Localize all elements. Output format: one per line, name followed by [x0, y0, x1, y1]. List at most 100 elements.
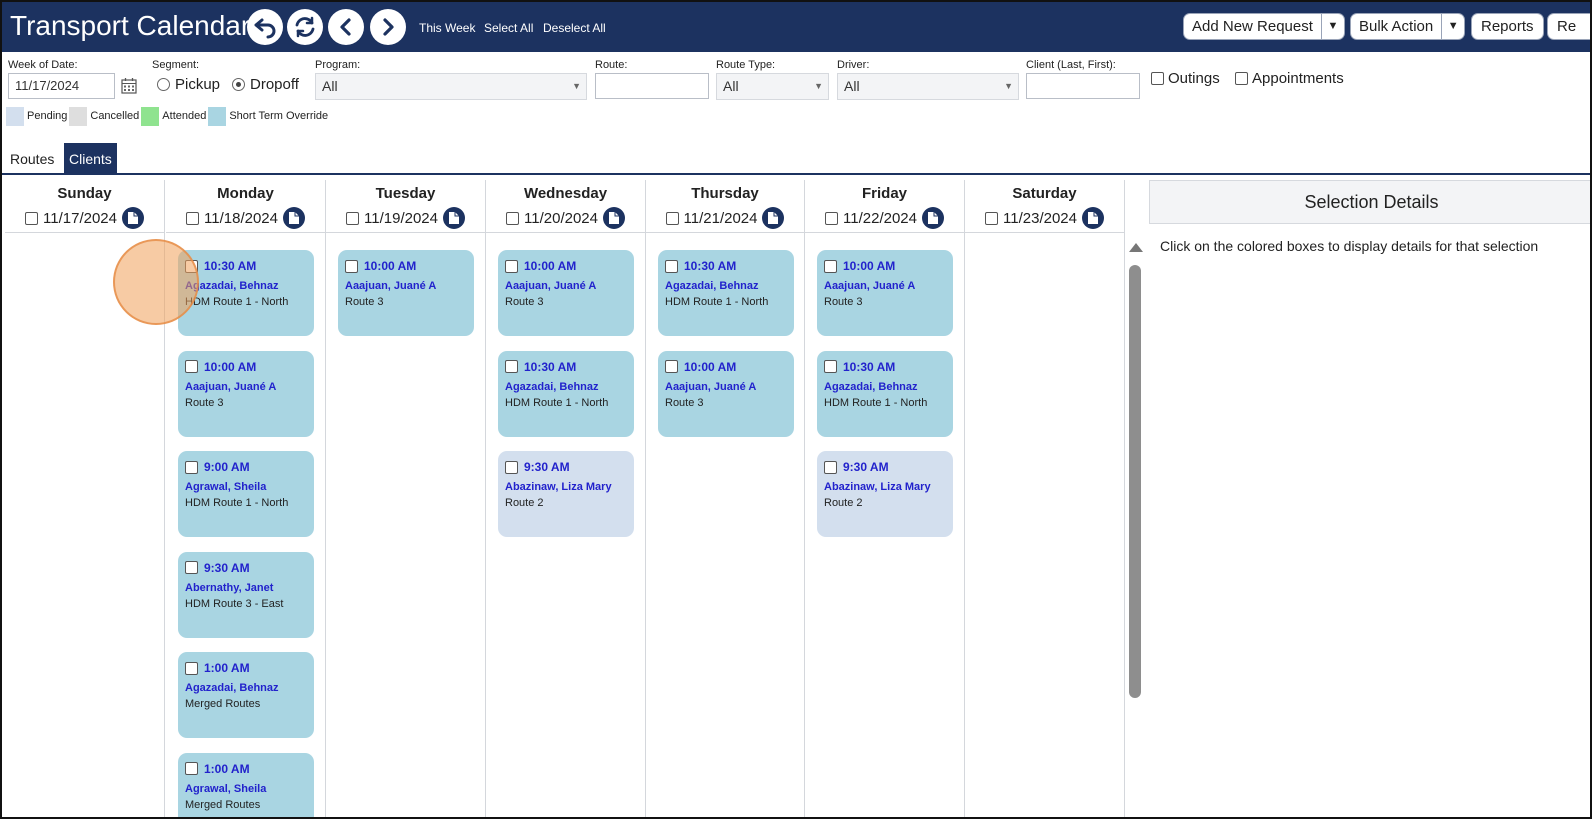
day-select-checkbox[interactable] — [985, 211, 999, 225]
program-select[interactable]: All ▼ — [315, 73, 587, 100]
appointments-checkbox[interactable] — [1235, 72, 1248, 85]
appointment-card[interactable]: 10:30 AM Agazadai, Behnaz HDM Route 1 - No… — [178, 250, 314, 336]
appointment-checkbox[interactable] — [824, 259, 837, 273]
driver-select[interactable]: All ▼ — [837, 73, 1019, 100]
appointment-card[interactable]: 10:30 AM Agazadai, Behnaz HDM Route 1 - No… — [498, 350, 634, 437]
appointment-checkbox[interactable] — [185, 762, 198, 775]
appointment-card[interactable]: 1:00 AM Agazadai, Behnaz Merged Routes — [178, 652, 314, 738]
route-input[interactable] — [595, 73, 709, 99]
appointment-card[interactable]: 10:00 AM Aaajuan, Juané A Route 3 — [338, 250, 474, 336]
route-type-select[interactable]: All ▼ — [716, 73, 829, 100]
calendar-icon[interactable] — [121, 77, 137, 99]
day-select-checkbox[interactable] — [186, 211, 200, 225]
document-icon[interactable] — [602, 207, 625, 229]
tab-routes[interactable]: Routes — [5, 143, 59, 174]
appointment-card[interactable]: 10:00 AM Aaajuan, Juané A Route 3 — [817, 250, 953, 336]
appointments-option[interactable]: Appointments — [1235, 70, 1344, 87]
reports-button[interactable]: Reports — [1471, 13, 1544, 40]
add-new-request-dropdown-icon[interactable]: ▼ — [1322, 14, 1344, 39]
add-new-request-button[interactable]: Add New Request ▼ — [1183, 13, 1345, 40]
document-icon[interactable] — [121, 207, 144, 229]
undo-button[interactable] — [247, 9, 283, 45]
appointment-card[interactable]: 9:30 AM Abazinaw, Liza Mary Route 2 — [817, 451, 953, 537]
appointment-card[interactable]: 9:30 AM Abazinaw, Liza Mary Route 2 — [498, 451, 634, 537]
appointment-card[interactable]: 10:00 AM Aaajuan, Juané A Route 3 — [498, 250, 634, 336]
appointment-checkbox[interactable] — [665, 259, 678, 273]
appointment-checkbox[interactable] — [185, 561, 198, 574]
appointment-checkbox[interactable] — [665, 360, 678, 373]
appointment-card[interactable]: 9:30 AM Abernathy, Janet HDM Route 3 - Eas… — [178, 551, 314, 638]
appointment-client[interactable]: Abazinaw, Liza Mary — [824, 481, 947, 493]
appointment-checkbox[interactable] — [185, 661, 198, 675]
appointment-client[interactable]: Agazadai, Behnaz — [824, 381, 947, 393]
appointment-client[interactable]: Aaajuan, Juané A — [824, 280, 947, 292]
appointment-client[interactable]: Aaajuan, Juané A — [505, 280, 628, 292]
appointment-card[interactable]: 10:30 AM Agazadai, Behnaz HDM Route 1 - No… — [817, 350, 953, 437]
day-header: Saturday 11/23/2024 — [965, 180, 1124, 233]
day-select-checkbox[interactable] — [825, 211, 839, 225]
day-date-row: 11/19/2024 — [326, 207, 485, 229]
appointment-client[interactable]: Agazadai, Behnaz — [185, 682, 308, 694]
appointment-checkbox[interactable] — [345, 259, 358, 273]
day-select-checkbox[interactable] — [665, 211, 679, 225]
bulk-action-dropdown-icon[interactable]: ▼ — [1442, 14, 1464, 39]
pickup-radio[interactable] — [157, 78, 170, 91]
outings-option[interactable]: Outings — [1151, 70, 1220, 87]
legend-swatch — [6, 106, 24, 126]
client-label: Client (Last, First): — [1026, 59, 1116, 71]
appointment-client[interactable]: Agazadai, Behnaz — [665, 280, 788, 292]
document-icon[interactable] — [1081, 207, 1104, 229]
appointment-card[interactable]: 10:30 AM Agazadai, Behnaz HDM Route 1 - No… — [658, 250, 794, 336]
appointment-checkbox[interactable] — [185, 259, 198, 273]
appointment-client[interactable]: Agazadai, Behnaz — [185, 280, 308, 292]
appointment-checkbox[interactable] — [185, 360, 198, 373]
appointment-checkbox[interactable] — [505, 460, 518, 474]
appointment-checkbox[interactable] — [505, 360, 518, 373]
document-icon[interactable] — [282, 207, 305, 229]
appointment-card[interactable]: 9:00 AM Agrawal, Sheila HDM Route 1 - Nort… — [178, 451, 314, 537]
appointment-checkbox[interactable] — [505, 259, 518, 273]
document-icon[interactable] — [762, 207, 785, 229]
appointment-checkbox[interactable] — [185, 460, 198, 474]
segment-dropoff-option[interactable]: Dropoff — [232, 76, 299, 93]
appointment-checkbox[interactable] — [824, 460, 837, 474]
day-header: Sunday 11/17/2024 — [5, 180, 164, 233]
week-of-date-input[interactable]: 11/17/2024 — [8, 73, 115, 99]
appointment-card[interactable]: 10:00 AM Aaajuan, Juané A Route 3 — [178, 350, 314, 437]
appointment-client[interactable]: Abernathy, Janet — [185, 582, 308, 594]
appointment-checkbox[interactable] — [824, 360, 837, 373]
next-week-button[interactable] — [370, 9, 406, 45]
appointment-client[interactable]: Aaajuan, Juané A — [345, 280, 468, 292]
refresh-button[interactable] — [287, 9, 323, 45]
day-select-checkbox[interactable] — [346, 211, 360, 225]
appointment-client[interactable]: Abazinaw, Liza Mary — [505, 481, 628, 493]
day-select-checkbox[interactable] — [25, 211, 39, 225]
deselect-all-link[interactable]: Deselect All — [543, 21, 606, 35]
select-all-link[interactable]: Select All — [484, 21, 533, 35]
document-icon[interactable] — [442, 207, 465, 229]
appointment-client[interactable]: Agrawal, Sheila — [185, 783, 308, 795]
day-select-checkbox[interactable] — [506, 211, 520, 225]
appointment-client[interactable]: Agrawal, Sheila — [185, 481, 308, 493]
appointment-card[interactable]: 1:00 AM Agrawal, Sheila Merged Routes — [178, 752, 314, 817]
outings-checkbox[interactable] — [1151, 72, 1164, 85]
client-input[interactable] — [1026, 73, 1140, 99]
this-week-link[interactable]: This Week — [419, 21, 475, 35]
scroll-up-arrow[interactable] — [1129, 243, 1143, 252]
appointment-card[interactable]: 10:00 AM Aaajuan, Juané A Route 3 — [658, 350, 794, 437]
day-date: 11/19/2024 — [364, 209, 438, 227]
document-icon[interactable] — [921, 207, 944, 229]
appointment-client[interactable]: Aaajuan, Juané A — [185, 381, 308, 393]
scrollbar-thumb[interactable] — [1129, 265, 1141, 698]
previous-week-button[interactable] — [328, 9, 364, 45]
bulk-action-label[interactable]: Bulk Action — [1351, 14, 1443, 39]
appointment-client[interactable]: Agazadai, Behnaz — [505, 381, 628, 393]
add-new-request-label[interactable]: Add New Request — [1184, 14, 1322, 39]
legend-label: Attended — [162, 110, 207, 122]
dropoff-radio[interactable] — [232, 78, 245, 91]
segment-pickup-option[interactable]: Pickup — [157, 76, 220, 93]
bulk-action-button[interactable]: Bulk Action ▼ — [1350, 13, 1466, 40]
tab-clients[interactable]: Clients — [64, 143, 117, 174]
appointment-client[interactable]: Aaajuan, Juané A — [665, 381, 788, 393]
truncated-button[interactable]: Re — [1547, 13, 1590, 40]
